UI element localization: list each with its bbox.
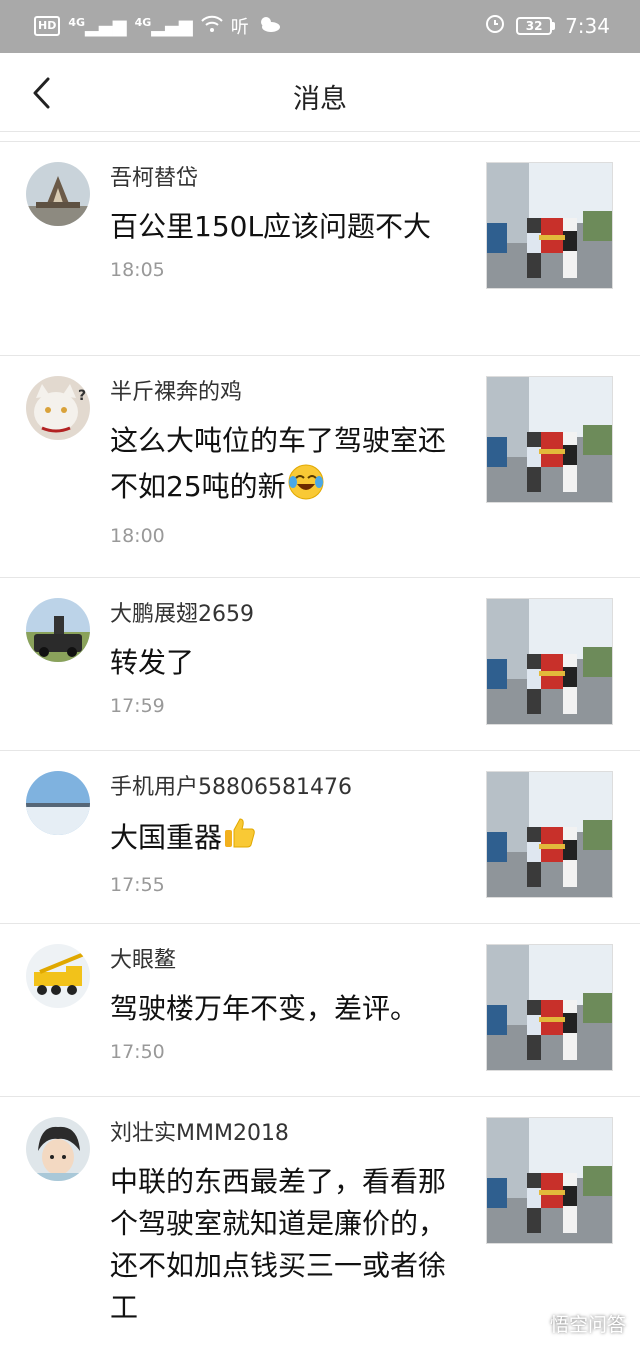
page-title: 消息: [293, 84, 347, 115]
wukong-logo-icon: [520, 1314, 545, 1333]
comment-text: 大国重器: [110, 815, 455, 863]
message-item[interactable]: 大鹏展翅2659 转发了 17:59: [0, 578, 640, 751]
comment-text: 转发了: [110, 646, 195, 679]
battery-icon: 32: [516, 16, 556, 35]
post-thumbnail[interactable]: [486, 1117, 613, 1244]
status-right: 32 7:34: [484, 12, 610, 39]
comment-text: 驾驶楼万年不变，差评。: [110, 992, 419, 1025]
username[interactable]: 刘壮实MMM2018: [110, 1119, 455, 1149]
message-content: 吾柯替岱 百公里150L应该问题不大 18:05: [110, 164, 455, 282]
signal-icon-1: 4G▂▄▆: [68, 15, 127, 37]
timestamp: 17:50: [110, 1041, 165, 1063]
top-nav-bar: 消息: [0, 53, 640, 133]
watermark: 悟空问答: [520, 1310, 626, 1337]
ting-icon: 听: [230, 17, 249, 38]
svg-text:?: ?: [78, 388, 86, 404]
message-content: 大鹏展翅2659 转发了 17:59: [110, 600, 455, 718]
clock-text: 7:34: [565, 13, 610, 38]
post-thumbnail[interactable]: [486, 376, 613, 503]
timestamp: 18:00: [110, 525, 165, 547]
wifi-icon: [201, 15, 223, 38]
laughing-tears-emoji-icon: [286, 462, 326, 514]
avatar[interactable]: ?: [26, 376, 90, 440]
post-thumbnail[interactable]: [486, 771, 613, 898]
message-item[interactable]: 吾柯替岱 百公里150L应该问题不大 18:05: [0, 142, 640, 356]
message-content: 刘壮实MMM2018 中联的东西最差了，看看那个驾驶室就知道是廉价的，还不如加点…: [110, 1119, 455, 1329]
avatar[interactable]: [26, 162, 90, 226]
username[interactable]: 吾柯替岱: [110, 164, 455, 194]
thumbs-up-emoji-icon: [222, 815, 258, 863]
post-thumbnail[interactable]: [486, 944, 613, 1071]
status-left: HD 4G▂▄▆ 4G▂▄▆ 听: [34, 13, 281, 39]
message-item[interactable]: 大眼鳌 驾驶楼万年不变，差评。 17:50: [0, 924, 640, 1097]
avatar[interactable]: [26, 944, 90, 1008]
message-item[interactable]: 手机用户58806581476 大国重器 17:55: [0, 751, 640, 924]
hd-badge: HD: [34, 16, 61, 36]
message-content: 半斤裸奔的鸡 这么大吨位的车了驾驶室还不如25吨的新 18:00: [110, 378, 455, 548]
weather-icon: [257, 15, 281, 38]
watermark-text: 悟空问答: [549, 1314, 626, 1336]
comment-text: 这么大吨位的车了驾驶室还不如25吨的新: [110, 420, 455, 514]
divider: [0, 131, 640, 132]
username[interactable]: 手机用户58806581476: [110, 773, 455, 803]
post-thumbnail[interactable]: [486, 598, 613, 725]
username[interactable]: 大鹏展翅2659: [110, 600, 455, 630]
timestamp: 17:59: [110, 695, 165, 717]
avatar[interactable]: [26, 598, 90, 662]
signal-icon-2: 4G▂▄▆: [134, 15, 193, 37]
alarm-icon: [484, 12, 506, 39]
avatar[interactable]: [26, 771, 90, 835]
message-list: 吾柯替岱 百公里150L应该问题不大 18:05 ? 半斤裸奔的鸡 这么大吨位的…: [0, 142, 640, 1351]
message-content: 大眼鳌 驾驶楼万年不变，差评。 17:50: [110, 946, 455, 1064]
avatar[interactable]: [26, 1117, 90, 1181]
comment-text: 中联的东西最差了，看看那个驾驶室就知道是廉价的，还不如加点钱买三一或者徐工: [110, 1165, 447, 1324]
timestamp: 17:55: [110, 874, 165, 896]
status-bar: HD 4G▂▄▆ 4G▂▄▆ 听 32 7:34: [0, 0, 640, 53]
comment-text: 百公里150L应该问题不大: [110, 210, 432, 243]
post-thumbnail[interactable]: [486, 162, 613, 289]
message-content: 手机用户58806581476 大国重器 17:55: [110, 773, 455, 897]
message-item[interactable]: ? 半斤裸奔的鸡 这么大吨位的车了驾驶室还不如25吨的新 18:00: [0, 356, 640, 578]
timestamp: 18:05: [110, 259, 165, 281]
username[interactable]: 半斤裸奔的鸡: [110, 378, 455, 408]
username[interactable]: 大眼鳌: [110, 946, 455, 976]
